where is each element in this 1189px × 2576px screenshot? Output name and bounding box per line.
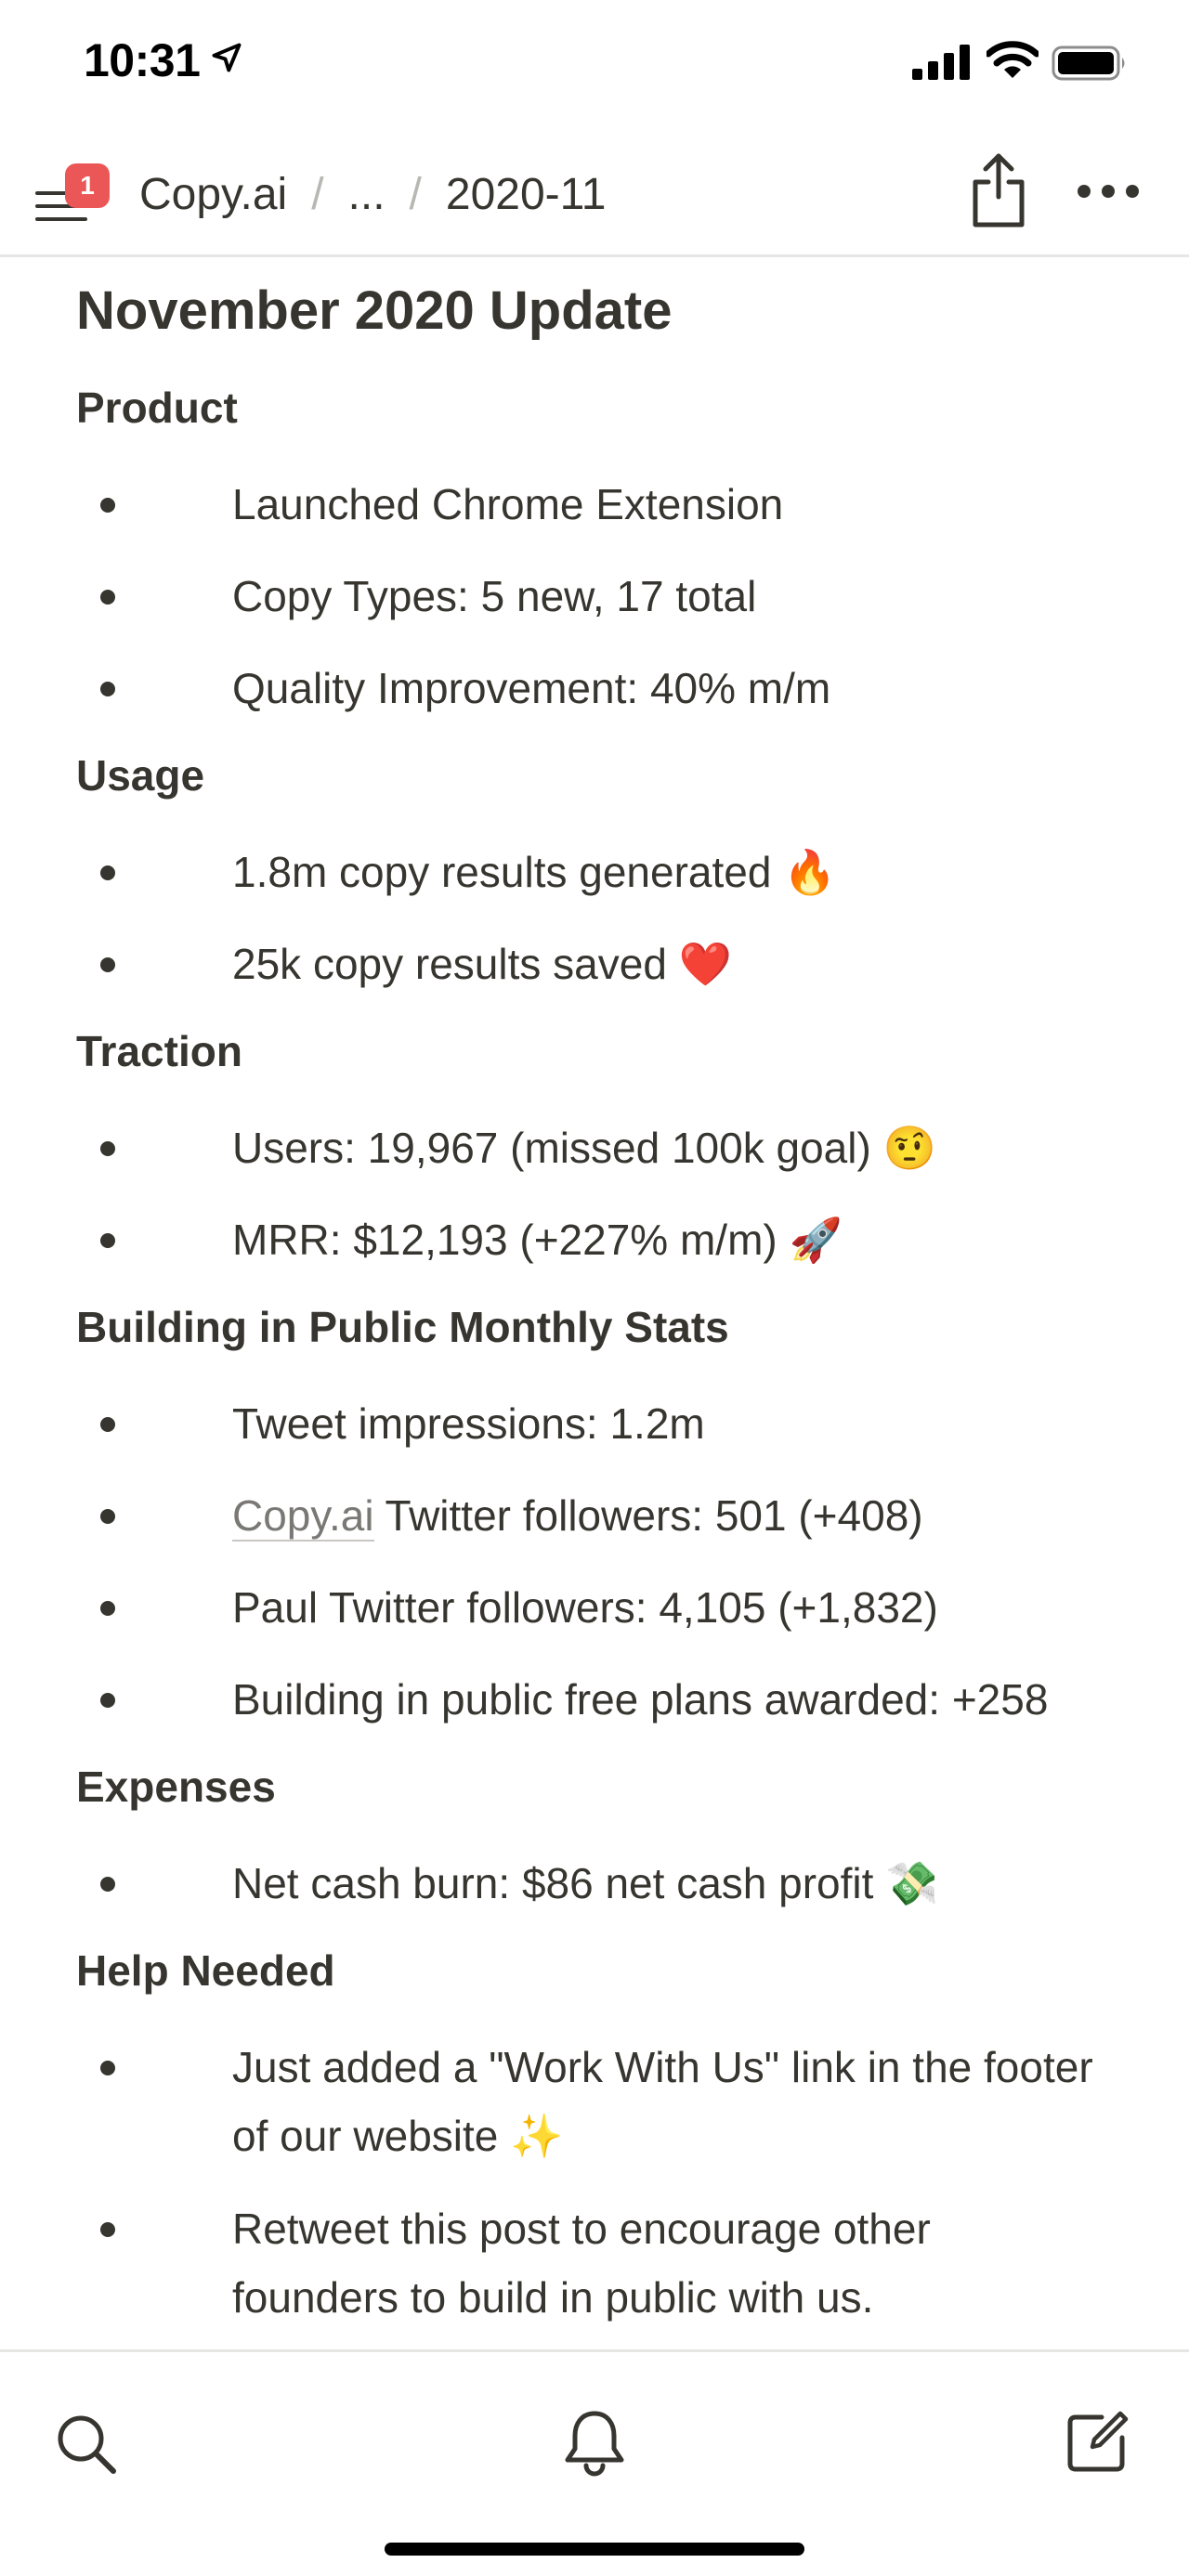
bullet-dot — [100, 498, 115, 513]
list-item-text-line-1: Just added a "Work With Us" link in the … — [232, 2043, 1093, 2091]
list-item-text: Quality Improvement: 40% m/m — [232, 664, 831, 712]
top-nav-bar: 1 Copy.ai / ... / 2020-11 — [0, 130, 1189, 257]
location-arrow-icon — [212, 43, 242, 72]
notification-badge: 1 — [65, 163, 110, 208]
compose-icon — [1067, 2411, 1129, 2472]
list-item-body: Retweet this post to encourage other fou… — [232, 2194, 1143, 2332]
more-options-button[interactable] — [1076, 180, 1141, 202]
list-item[interactable]: Just added a "Work With Us" link in the … — [100, 2033, 1131, 2170]
list-item-text: Paul Twitter followers: 4,105 (+1,832) — [232, 1583, 938, 1632]
list-item-text-line-1: Retweet this post to encourage other — [232, 2205, 931, 2253]
breadcrumb-separator: / — [311, 169, 324, 219]
notifications-tab-button[interactable] — [561, 2408, 628, 2478]
list-item-text: Users: 19,967 (missed 100k goal) — [232, 1124, 871, 1172]
list-item-body: Net cash burn: $86 net cash profit 💸 — [232, 1849, 1143, 1918]
bullet-dot — [100, 1141, 115, 1156]
breadcrumb-workspace[interactable]: Copy.ai — [139, 169, 287, 220]
search-icon — [58, 2415, 116, 2474]
section-heading-product: Product — [76, 384, 238, 432]
rocket-emoji-icon: 🚀 — [789, 1215, 843, 1265]
cellular-signal-icon — [912, 45, 970, 80]
breadcrumb-ellipsis[interactable]: ... — [348, 169, 385, 220]
list-item-body: Users: 19,967 (missed 100k goal) 🤨 — [232, 1113, 1143, 1182]
bullet-dot — [100, 957, 115, 972]
bullet-dot — [100, 865, 115, 880]
list-item-body: 1.8m copy results generated 🔥 — [232, 838, 1143, 906]
bullet-dot — [100, 590, 115, 605]
bullet-dot — [100, 682, 115, 696]
list-item-body: MRR: $12,193 (+227% m/m) 🚀 — [232, 1205, 1143, 1274]
new-page-tab-button[interactable] — [1065, 2408, 1131, 2475]
battery-icon — [1052, 46, 1125, 81]
list-item-text: Launched Chrome Extension — [232, 480, 784, 528]
list-item-text: 25k copy results saved — [232, 940, 667, 988]
heart-emoji-icon: ❤️ — [678, 939, 732, 989]
list-item-text-line-2: of our website — [232, 2112, 499, 2160]
copy-ai-link[interactable]: Copy.ai — [232, 1491, 374, 1542]
list-item[interactable]: Retweet this post to encourage other fou… — [100, 2194, 1131, 2332]
more-icon — [1078, 185, 1139, 198]
list-item-text-line-2: founders to build in public with us. — [232, 2273, 874, 2322]
bullet-dot — [100, 1509, 115, 1524]
breadcrumb-current-page[interactable]: 2020-11 — [446, 169, 607, 220]
status-bar: 10:31 — [0, 0, 1189, 130]
wifi-icon — [986, 41, 1039, 78]
raised-eyebrow-emoji-icon: 🤨 — [882, 1123, 936, 1173]
list-item-text: 1.8m copy results generated — [232, 848, 772, 896]
money-wings-emoji-icon: 💸 — [885, 1858, 939, 1908]
bell-icon — [565, 2411, 624, 2477]
section-heading-help-needed: Help Needed — [76, 1946, 335, 1995]
list-item-text: Building in public free plans awarded: +… — [232, 1675, 1049, 1724]
page-title: November 2020 Update — [76, 280, 673, 341]
list-item-text: MRR: $12,193 (+227% m/m) — [232, 1216, 777, 1264]
breadcrumb: Copy.ai / ... / 2020-11 — [139, 162, 606, 227]
bullet-dot — [100, 1693, 115, 1708]
section-heading-usage: Usage — [76, 751, 205, 800]
list-item-body: 25k copy results saved ❤️ — [232, 930, 1143, 998]
section-heading-traction: Traction — [76, 1027, 242, 1075]
list-item-text: Copy Types: 5 new, 17 total — [232, 572, 757, 620]
list-item-text: Net cash burn: $86 net cash profit — [232, 1859, 874, 1907]
status-time: 10:31 — [84, 34, 201, 86]
share-button[interactable] — [966, 150, 1031, 230]
list-item-body: Copy.ai Twitter followers: 501 (+408) — [232, 1481, 1143, 1550]
section-heading-building-in-public: Building in Public Monthly Stats — [76, 1303, 729, 1351]
breadcrumb-separator: / — [409, 169, 422, 219]
bullet-dot — [100, 2222, 115, 2237]
search-tab-button[interactable] — [54, 2412, 119, 2477]
bullet-dot — [100, 1877, 115, 1892]
bullet-dot — [100, 1417, 115, 1432]
list-item-text: Twitter followers: 501 (+408) — [385, 1491, 923, 1540]
share-icon — [973, 153, 1025, 228]
list-item-text: Tweet impressions: 1.2m — [232, 1399, 705, 1448]
list-item-body: Just added a "Work With Us" link in the … — [232, 2033, 1143, 2170]
fire-emoji-icon: 🔥 — [783, 847, 837, 897]
section-heading-expenses: Expenses — [76, 1763, 276, 1811]
sidebar-menu-button[interactable]: 1 — [35, 163, 117, 243]
sparkles-emoji-icon: ✨ — [510, 2111, 564, 2161]
bullet-dot — [100, 1233, 115, 1248]
home-indicator[interactable] — [385, 2543, 804, 2556]
bullet-dot — [100, 2061, 115, 2075]
bullet-dot — [100, 1601, 115, 1616]
